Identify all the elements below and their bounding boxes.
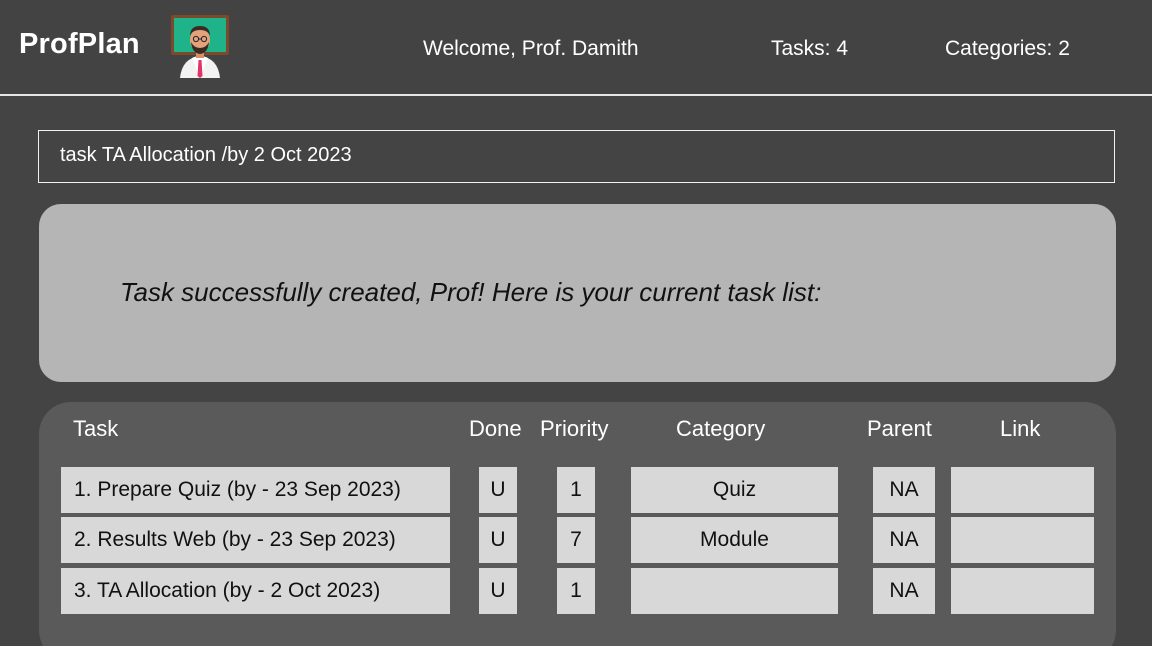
link-cell bbox=[951, 517, 1094, 563]
column-header-priority: Priority bbox=[540, 416, 609, 441]
parent-cell: NA bbox=[873, 467, 935, 513]
task-cell: 3. TA Allocation (by - 2 Oct 2023) bbox=[61, 568, 450, 614]
result-message: Task successfully created, Prof! Here is… bbox=[120, 277, 822, 307]
priority-cell: 1 bbox=[557, 467, 595, 513]
link-cell bbox=[951, 568, 1094, 614]
column-header-parent: Parent bbox=[867, 416, 932, 441]
column-header-link: Link bbox=[1000, 416, 1041, 441]
done-cell: U bbox=[479, 467, 517, 513]
welcome-message: Welcome, Prof. Damith bbox=[423, 37, 639, 60]
link-cell bbox=[951, 467, 1094, 513]
header-divider bbox=[0, 94, 1152, 96]
category-cell: Quiz bbox=[631, 467, 838, 513]
result-display: Task successfully created, Prof! Here is… bbox=[39, 204, 1116, 382]
tasks-count: Tasks: 4 bbox=[771, 37, 849, 60]
app-title: ProfPlan bbox=[19, 28, 140, 60]
priority-cell: 1 bbox=[557, 568, 595, 614]
app-window: ProfPlan Welcome, Prof. Damith Tasks: 4 … bbox=[0, 0, 1152, 646]
column-header-category: Category bbox=[676, 416, 766, 441]
command-box[interactable] bbox=[38, 130, 1115, 183]
column-header-task: Task bbox=[73, 416, 119, 441]
category-cell bbox=[631, 568, 838, 614]
priority-cell: 7 bbox=[557, 517, 595, 563]
done-cell: U bbox=[479, 517, 517, 563]
category-cell: Module bbox=[631, 517, 838, 563]
task-cell: 2. Results Web (by - 23 Sep 2023) bbox=[61, 517, 450, 563]
done-cell: U bbox=[479, 568, 517, 614]
column-header-done: Done bbox=[469, 416, 522, 441]
categories-count: Categories: 2 bbox=[945, 37, 1070, 60]
parent-cell: NA bbox=[873, 568, 935, 614]
command-input[interactable] bbox=[60, 144, 1060, 167]
header-bar: ProfPlan Welcome, Prof. Damith Tasks: 4 … bbox=[0, 0, 1152, 94]
parent-cell: NA bbox=[873, 517, 935, 563]
professor-at-chalkboard-icon bbox=[171, 15, 229, 78]
task-cell: 1. Prepare Quiz (by - 23 Sep 2023) bbox=[61, 467, 450, 513]
